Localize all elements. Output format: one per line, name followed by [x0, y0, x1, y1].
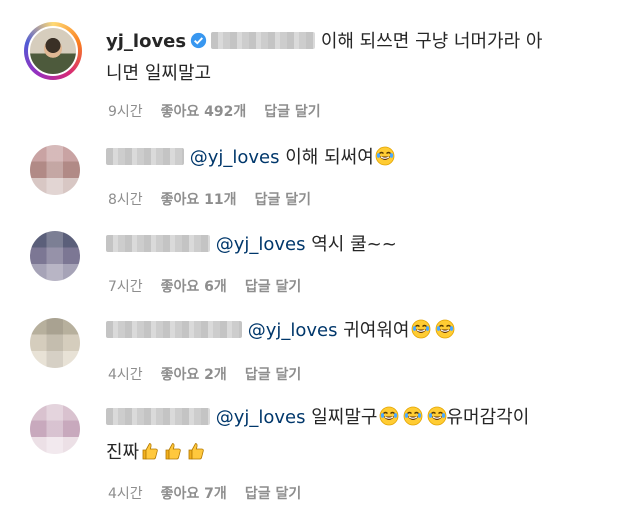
comment-likes[interactable]: 좋아요 7개 [161, 486, 227, 502]
comment-mention[interactable]: @yj_loves [216, 407, 306, 428]
comment-body-line2: 진짜 [106, 442, 140, 463]
comment-time[interactable]: 9시간 [108, 104, 143, 120]
reply-button[interactable]: 답글 달기 [245, 279, 301, 295]
comment-author[interactable]: yj_loves [106, 31, 186, 52]
comment-text: @yj_loves 일찌말구 유머감각이 [106, 406, 529, 430]
laughing-tears-emoji-icon [427, 406, 447, 426]
comment-body-2: 유머감각이 [446, 407, 530, 428]
laughing-tears-emoji-icon [411, 319, 431, 339]
redacted-username [106, 321, 242, 338]
comment-likes[interactable]: 좋아요 6개 [161, 279, 227, 295]
comment-body: 역시 쿨~~ [311, 234, 397, 255]
comment-meta: 4시간 좋아요 7개 답글 달기 [108, 483, 319, 503]
reply-button[interactable]: 답글 달기 [245, 367, 301, 383]
comment-text-line2: 진짜 [106, 441, 206, 465]
reply-button[interactable]: 답글 달기 [255, 192, 311, 208]
comment-body: 귀여워여 [343, 320, 410, 341]
redacted-mention [211, 32, 316, 49]
reply-button[interactable]: 답글 달기 [245, 486, 301, 502]
thumbs-up-emoji-icon [140, 441, 160, 461]
reply-button[interactable]: 답글 달기 [264, 104, 320, 120]
redacted-username [106, 408, 210, 425]
comment-meta: 7시간 좋아요 6개 답글 달기 [108, 276, 319, 296]
comment-text: yj_loves 이해 되쓰면 구냥 너머가라 아 [106, 30, 542, 54]
comment-meta: 9시간 좋아요 492개 답글 달기 [108, 101, 339, 121]
thumbs-up-emoji-icon [186, 441, 206, 461]
comment-body: 일찌말구 [311, 407, 378, 428]
avatar[interactable] [30, 404, 80, 454]
comment-mention[interactable]: @yj_loves [216, 234, 306, 255]
comment-likes[interactable]: 좋아요 492개 [161, 104, 247, 120]
comment-text: @yj_loves 귀여워여 [106, 319, 455, 343]
redacted-username [106, 235, 210, 252]
comment-body-line2: 니면 일찌말고 [106, 63, 212, 84]
avatar[interactable] [24, 22, 82, 80]
comment-likes[interactable]: 좋아요 11개 [161, 192, 237, 208]
avatar[interactable] [30, 145, 80, 195]
verified-badge-icon [190, 32, 207, 49]
comment-meta: 8시간 좋아요 11개 답글 달기 [108, 189, 329, 209]
comment-meta: 4시간 좋아요 2개 답글 달기 [108, 364, 319, 384]
comment-time[interactable]: 8시간 [108, 192, 143, 208]
comment-time[interactable]: 4시간 [108, 486, 143, 502]
comment-time[interactable]: 4시간 [108, 367, 143, 383]
laughing-tears-emoji-icon [403, 406, 423, 426]
comment-mention[interactable]: @yj_loves [190, 147, 280, 168]
comment-text: @yj_loves 이해 되써여 [106, 146, 395, 170]
avatar[interactable] [30, 231, 80, 281]
thumbs-up-emoji-icon [163, 441, 183, 461]
comment-time[interactable]: 7시간 [108, 279, 143, 295]
comment-body: 이해 되써여 [285, 147, 374, 168]
laughing-tears-emoji-icon [375, 146, 395, 166]
laughing-tears-emoji-icon [379, 406, 399, 426]
comment-body-line1: 이해 되쓰면 구냥 너머가라 아 [320, 31, 543, 52]
avatar[interactable] [30, 318, 80, 368]
avatar-image [28, 26, 78, 76]
comment-text: @yj_loves 역시 쿨~~ [106, 233, 397, 257]
redacted-username [106, 148, 184, 165]
comment-mention[interactable]: @yj_loves [248, 320, 338, 341]
laughing-tears-emoji-icon [435, 319, 455, 339]
comment-likes[interactable]: 좋아요 2개 [161, 367, 227, 383]
